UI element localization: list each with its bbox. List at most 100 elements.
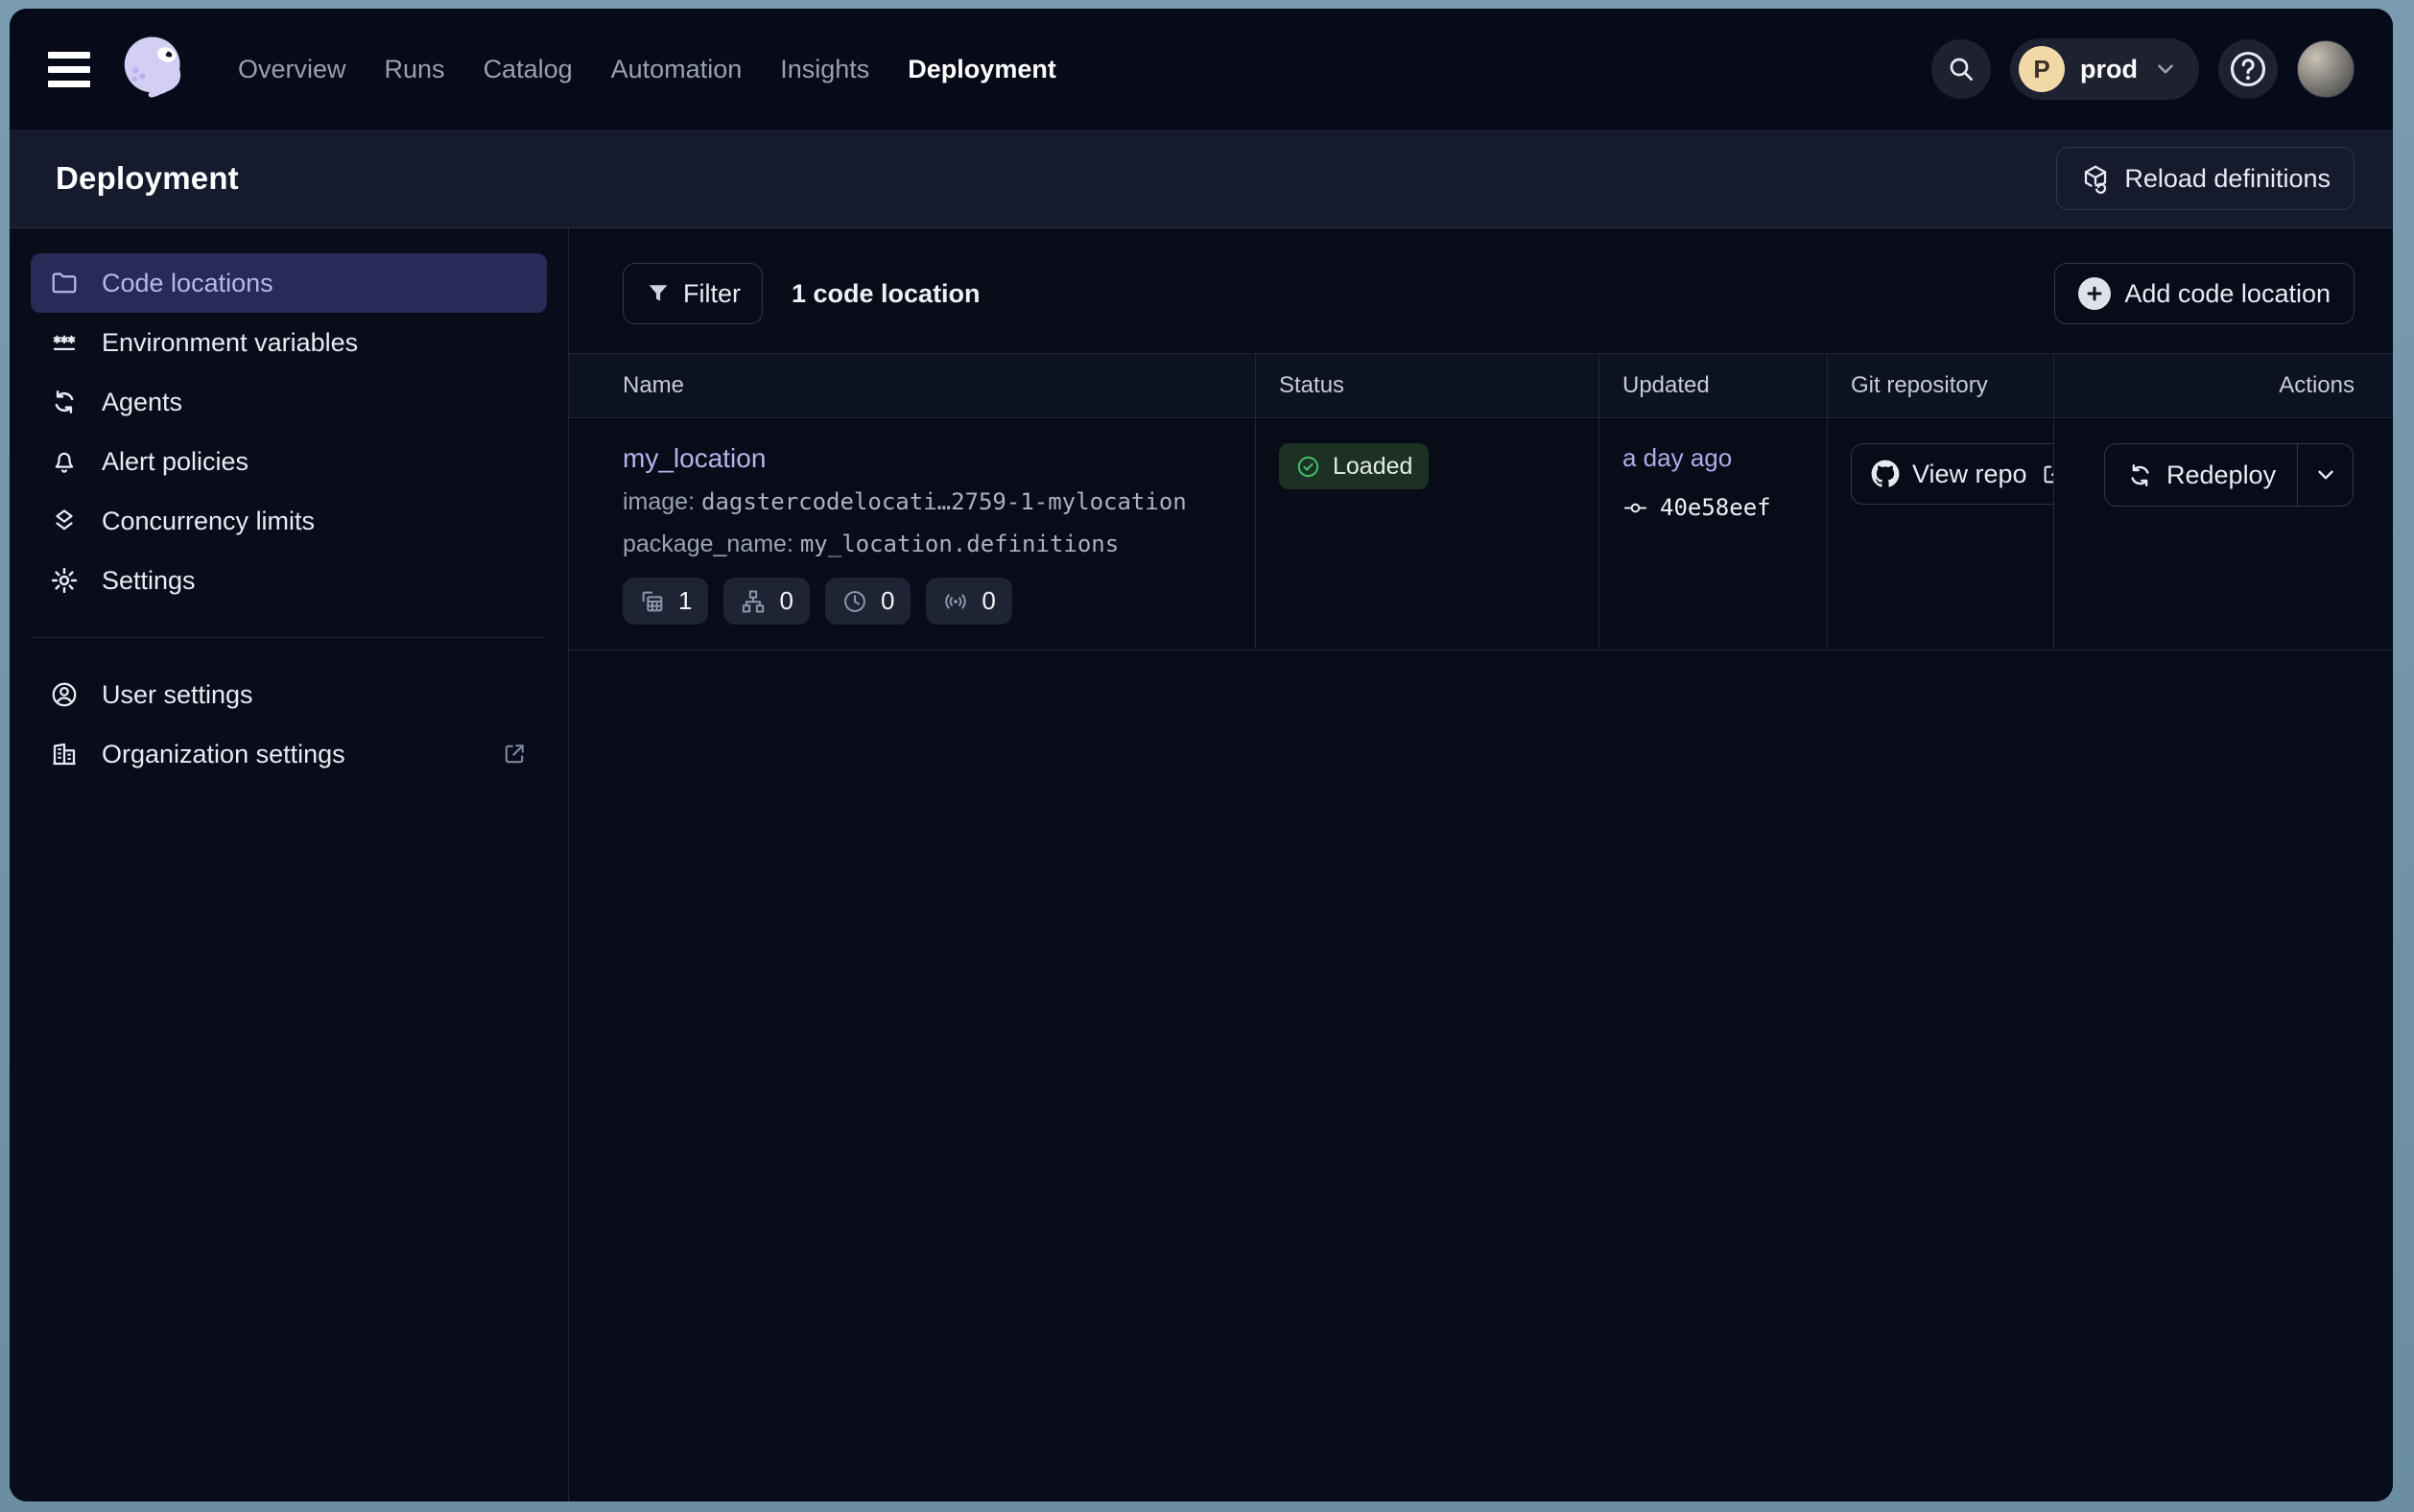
sidebar-item-concurrency-limits[interactable]: Concurrency limits [31,491,547,551]
nav-deployment[interactable]: Deployment [908,55,1056,84]
sidebar-item-code-locations[interactable]: Code locations [31,253,547,313]
dagster-logo-icon[interactable] [119,34,190,105]
add-code-location-button[interactable]: Add code location [2054,263,2355,324]
code-locations-table: Name Status Updated Git repository Actio… [569,353,2393,650]
code-location-link[interactable]: my_location [623,443,766,474]
nav-insights[interactable]: Insights [780,55,869,84]
sidebar-item-label: Code locations [102,269,273,298]
sidebar-item-user-settings[interactable]: User settings [31,665,547,724]
definition-counts: 1 [623,578,1232,625]
sidebar-item-label: User settings [102,680,253,710]
schedules-clock-icon [841,588,868,615]
env-vars-icon [50,328,79,357]
redeploy-more-button[interactable] [2297,444,2353,506]
package-value: my_location.definitions [800,531,1119,557]
git-commit-icon [1622,495,1648,521]
git-repository-cell: View repo [1827,418,2053,650]
sensors-count-badge[interactable]: 0 [926,578,1011,625]
assets-count-badge[interactable]: 1 [623,578,708,625]
refresh-icon [50,388,79,416]
building-icon [50,740,79,768]
deployment-name: prod [2080,55,2138,84]
page-title: Deployment [56,160,239,197]
reload-cube-icon [2080,163,2111,194]
search-button[interactable] [1931,39,1991,99]
sidebar-item-label: Organization settings [102,740,345,769]
package-line: package_name: my_location.definitions [623,531,1232,558]
sidebar-item-alert-policies[interactable]: Alert policies [31,432,547,491]
commit-row: 40e58eef [1622,494,1804,521]
redeploy-refresh-icon [2126,461,2154,489]
jobs-count-badge[interactable]: 0 [723,578,809,625]
layers-icon [50,507,79,535]
question-circle-icon [2227,48,2269,90]
column-header-status: Status [1255,354,1598,417]
app-window: Overview Runs Catalog Automation Insight… [10,9,2393,1501]
primary-nav: Overview Runs Catalog Automation Insight… [238,55,1056,84]
body: Code locations Environment variables [10,228,2393,1501]
nav-automation[interactable]: Automation [611,55,743,84]
sidebar-item-label: Agents [102,388,182,417]
search-icon [1946,54,1976,84]
filter-button[interactable]: Filter [623,263,763,324]
commit-hash[interactable]: 40e58eef [1660,494,1771,521]
sensors-count: 0 [982,586,995,616]
jobs-icon [740,588,767,615]
actions-cell: Redeploy [2053,418,2393,650]
check-circle-icon [1295,454,1321,480]
sidebar-item-organization-settings[interactable]: Organization settings [31,724,547,784]
view-repo-button[interactable]: View repo [1851,443,2053,505]
help-button[interactable] [2218,39,2278,99]
status-cell: Loaded [1255,418,1598,650]
deployment-switcher[interactable]: P prod [2010,38,2199,100]
updated-time-link[interactable]: a day ago [1622,443,1732,473]
nav-runs[interactable]: Runs [385,55,445,84]
add-code-location-label: Add code location [2124,279,2331,309]
column-header-git-repository: Git repository [1827,354,2053,417]
assets-icon [639,588,666,615]
sensors-signal-icon [942,588,969,615]
external-link-icon [2040,461,2053,487]
sidebar-item-label: Environment variables [102,328,358,358]
filter-label: Filter [683,279,741,309]
redeploy-button[interactable]: Redeploy [2105,444,2297,506]
deployment-avatar: P [2019,46,2065,92]
updated-cell: a day ago 40e58eef [1598,418,1827,650]
image-line: image: dagstercodelocati…2759-1-mylocati… [623,488,1232,516]
column-header-name: Name [569,354,1255,417]
top-nav: Overview Runs Catalog Automation Insight… [10,9,2393,130]
gear-icon [50,566,79,595]
bell-icon [50,447,79,476]
package-label: package_name: [623,531,793,557]
user-avatar[interactable] [2297,40,2355,98]
schedules-count: 0 [881,586,894,616]
sidebar-item-settings[interactable]: Settings [31,551,547,610]
nav-right-cluster: P prod [1931,38,2355,100]
filter-funnel-icon [645,280,672,307]
table-row: my_location image: dagstercodelocati…275… [569,418,2393,650]
redeploy-label: Redeploy [2166,461,2276,490]
page-header: Deployment Reload definitions [10,130,2393,228]
column-header-actions: Actions [2053,354,2393,417]
sidebar-divider [33,637,545,638]
sidebar-item-label: Concurrency limits [102,507,315,536]
external-link-icon [501,741,528,768]
status-label: Loaded [1333,453,1412,481]
main-content: Filter 1 code location Add code location… [569,228,2393,1501]
nav-catalog[interactable]: Catalog [484,55,573,84]
jobs-count: 0 [779,586,793,616]
image-value: dagstercodelocati…2759-1-mylocation [701,488,1187,515]
sidebar: Code locations Environment variables [10,228,569,1501]
sidebar-item-agents[interactable]: Agents [31,372,547,432]
view-repo-label: View repo [1912,460,2027,489]
code-location-count: 1 code location [792,279,981,309]
nav-overview[interactable]: Overview [238,55,346,84]
schedules-count-badge[interactable]: 0 [825,578,911,625]
table-header-row: Name Status Updated Git repository Actio… [569,354,2393,418]
sidebar-item-environment-variables[interactable]: Environment variables [31,313,547,372]
menu-icon[interactable] [48,48,90,90]
github-icon [1871,460,1900,488]
reload-definitions-button[interactable]: Reload definitions [2056,147,2355,210]
sidebar-item-label: Alert policies [102,447,248,477]
sidebar-item-label: Settings [102,566,196,596]
